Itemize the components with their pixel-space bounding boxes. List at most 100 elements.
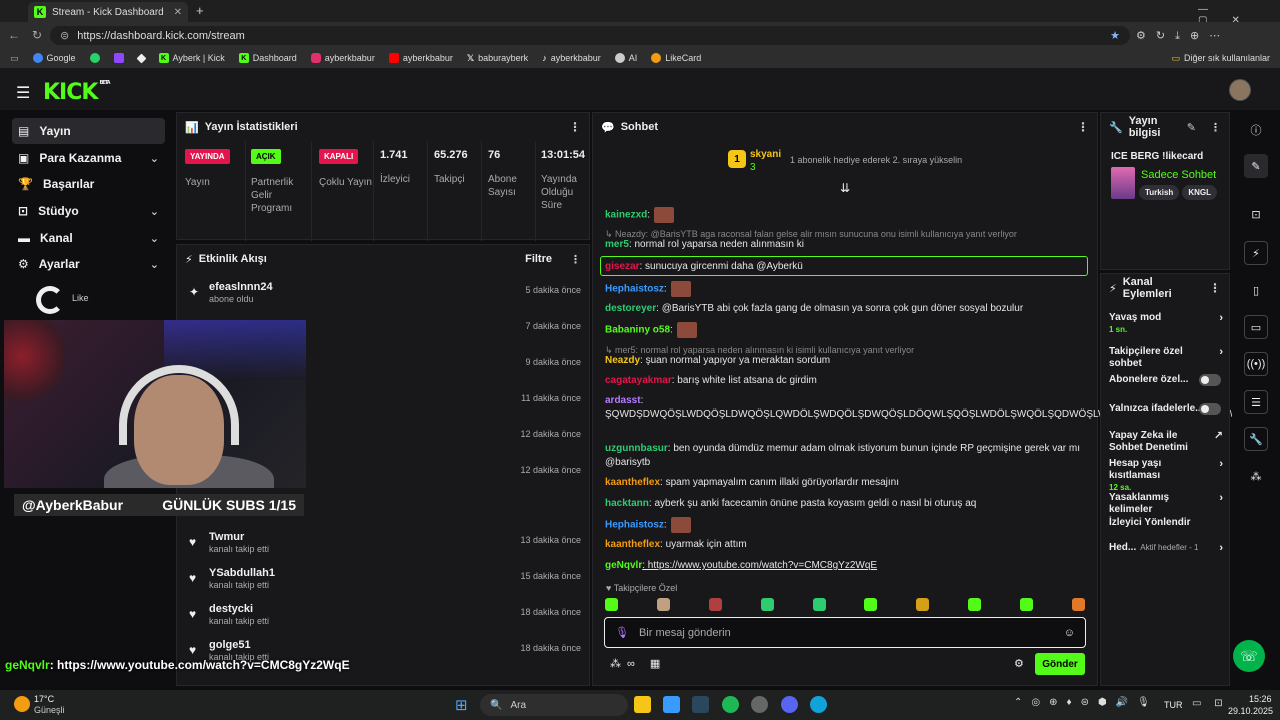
sidebar-item-yayin[interactable]: ▤ Yayın — [12, 118, 165, 144]
emote-button[interactable] — [812, 598, 826, 611]
browser-extension-icons[interactable]: ⚙↻⤓⊕⋯ — [1136, 29, 1230, 43]
broadcast-icon[interactable]: ((•)) — [1244, 352, 1268, 376]
discord-icon[interactable] — [781, 696, 798, 713]
activity-row[interactable]: ✦ efeaslnnn24 abone oldu 5 dakika önce — [187, 281, 581, 311]
spotify-icon[interactable] — [722, 696, 739, 713]
emote-button[interactable] — [656, 598, 670, 611]
sidebar-item-ayarlar[interactable]: ⚙ Ayarlar ⌄ — [12, 251, 165, 277]
toggle-switch[interactable] — [1199, 403, 1221, 415]
wrench-icon[interactable]: 🔧 — [1244, 427, 1268, 451]
sidebar-item-para-kazanma[interactable]: ▣ Para Kazanma ⌄ — [12, 145, 165, 171]
more-icon[interactable]: ⋮ — [1077, 120, 1089, 134]
site-info-icon[interactable]: ⊜ — [60, 29, 69, 42]
bolt-icon[interactable]: ⚡ — [1244, 241, 1268, 265]
weather-icon[interactable] — [14, 696, 30, 712]
pinned-user[interactable]: skyani — [750, 149, 781, 160]
sidebar-item-basarilar[interactable]: 🏆 Başarılar — [12, 171, 165, 197]
chat-username[interactable]: kaantheflex — [605, 477, 660, 488]
browser-tab[interactable]: K Stream - Kick Dashboard ✕ — [28, 2, 188, 22]
new-tab-icon[interactable]: + — [196, 3, 204, 18]
filter-button[interactable]: Filtre — [525, 253, 552, 265]
store-icon[interactable] — [663, 696, 680, 713]
menu-icon[interactable]: ☰ — [16, 83, 30, 103]
bookmark-ayberk-kick[interactable]: K Ayberk | Kick — [158, 53, 225, 63]
category-name[interactable]: Sadece Sohbet — [1141, 169, 1216, 181]
address-bar[interactable]: ⊜ https://dashboard.kick.com/stream ★ — [50, 26, 1130, 45]
file-explorer-icon[interactable] — [634, 696, 651, 713]
channel-action-item[interactable]: Hed... Aktif hedefler - 1 › — [1109, 542, 1223, 554]
chat-username[interactable]: hacktann — [605, 498, 649, 509]
back-icon[interactable]: ← — [8, 28, 20, 42]
chat-username[interactable]: mer5 — [605, 239, 629, 250]
channel-action-item[interactable]: Takipçilere özel sohbet › — [1109, 346, 1223, 370]
toggle-switch[interactable] — [1199, 374, 1221, 386]
edge-icon[interactable] — [810, 696, 827, 713]
chat-username[interactable]: gisezar — [605, 261, 639, 272]
info-icon[interactable]: ⓘ — [1244, 118, 1268, 142]
bookmark-other[interactable]: ▭ Diğer sık kullanılanlar — [1171, 53, 1270, 64]
list-icon[interactable]: ☰ — [1244, 390, 1268, 414]
channel-action-item[interactable]: İzleyici Yönlendir — [1109, 517, 1223, 529]
chat-settings-icon[interactable]: ⚙ — [1014, 657, 1024, 670]
emote-button[interactable] — [1071, 598, 1085, 611]
chat-username[interactable]: kainezxd — [605, 210, 647, 221]
more-icon[interactable]: ⋮ — [569, 120, 581, 134]
kick-logo[interactable]: KICK BETA — [43, 80, 111, 105]
bookmark-instagram[interactable]: ayberkbabur — [310, 53, 375, 63]
emote-button[interactable] — [708, 598, 722, 611]
language-indicator[interactable]: TUR — [1164, 700, 1183, 710]
edit-icon[interactable]: ✎ — [1244, 154, 1268, 178]
emote-button[interactable] — [864, 598, 878, 611]
taskbar-search[interactable]: 🔍 Ara — [480, 694, 628, 716]
bookmark-dashboard[interactable]: K Dashboard — [238, 53, 297, 63]
chat-username[interactable]: cagatayakmar — [605, 375, 672, 386]
channel-action-item[interactable]: Yavaş mod 1 sn. › — [1109, 312, 1223, 336]
channel-action-item[interactable]: Yapay Zeka ile Sohbet Denetimi ↗ — [1109, 430, 1223, 454]
activity-row[interactable]: ♥ Twmur kanalı takip etti 13 dakika önce — [187, 531, 581, 561]
bookmark-ai[interactable]: AI — [614, 53, 637, 63]
emoji-icon[interactable]: ☺ — [1064, 627, 1075, 639]
bookmark-likecard[interactable]: LikeCard — [651, 53, 701, 63]
app-icon[interactable] — [751, 696, 768, 713]
tag-turkish[interactable]: Turkish — [1139, 185, 1180, 200]
emote-button[interactable] — [760, 598, 774, 611]
avatar[interactable] — [1229, 79, 1251, 101]
bookmarks-menu-icon[interactable]: ▭ — [10, 53, 19, 64]
bookmark-twitch[interactable] — [113, 53, 124, 63]
emote-button[interactable] — [605, 598, 618, 611]
bookmark-google[interactable]: Google — [32, 53, 76, 63]
edit-icon[interactable]: ✎ — [1187, 121, 1196, 134]
network-icons[interactable]: ▭ ⊡ — [1192, 698, 1228, 709]
more-icon[interactable]: ⋮ — [1209, 281, 1221, 295]
bookmark-x[interactable]: 𝕏baburayberk — [467, 53, 528, 64]
channel-action-item[interactable]: Abonelere özel... — [1109, 374, 1223, 386]
more-icon[interactable]: ⋮ — [1210, 121, 1221, 134]
bookmark-tiktok[interactable]: ♪ ayberkbabur — [542, 53, 601, 63]
chat-username[interactable]: Hephaistosz — [605, 284, 664, 295]
chat-username[interactable]: geNqvlr — [605, 560, 642, 571]
refresh-icon[interactable]: ↻ — [32, 28, 42, 42]
channel-action-item[interactable]: Yalnızca ifadelerle... — [1109, 403, 1223, 415]
microphone-icon[interactable]: 🎙 — [615, 626, 629, 639]
scroll-down-icon[interactable]: ⇊ — [840, 181, 850, 195]
start-icon[interactable]: ⊞ — [455, 696, 468, 714]
chat-username[interactable]: destoreyer — [605, 303, 656, 314]
bookmark-whatsapp[interactable] — [89, 53, 100, 63]
chat-username[interactable]: Hephaistosz — [605, 520, 664, 531]
system-tray-icons[interactable]: ⌃◎⊕♦⊜⬢🔊🎙 — [1014, 697, 1159, 708]
activity-row[interactable]: ♥ destycki kanalı takip etti 18 dakika önce — [187, 603, 581, 633]
emote-button[interactable] — [916, 598, 930, 611]
tag-kngl[interactable]: KNGL — [1182, 185, 1217, 200]
chat-username[interactable]: Babaniny o58 — [605, 325, 670, 336]
channel-action-item[interactable]: Yasaklanmış kelimeler › — [1109, 492, 1223, 516]
more-icon[interactable]: ⋮ — [570, 253, 581, 266]
channel-action-item[interactable]: Hesap yaşı kısıtlaması 12 sa. › — [1109, 458, 1223, 494]
chat-username[interactable]: ardasst — [605, 395, 641, 406]
activity-row[interactable]: ♥ YSabdullah1 kanalı takip etti 15 dakika ö… — [187, 567, 581, 597]
support-button[interactable]: ☏ — [1233, 640, 1265, 672]
screen-icon[interactable]: ⊡ — [1244, 202, 1268, 226]
sidebar-item-studyo[interactable]: ⊡ Stüdyo ⌄ — [12, 198, 165, 224]
bookmark-youtube[interactable]: ayberkbabur — [388, 53, 453, 63]
steam-icon[interactable] — [692, 696, 709, 713]
chat-input[interactable]: 🎙 Bir mesaj gönderin ☺ — [604, 617, 1086, 648]
